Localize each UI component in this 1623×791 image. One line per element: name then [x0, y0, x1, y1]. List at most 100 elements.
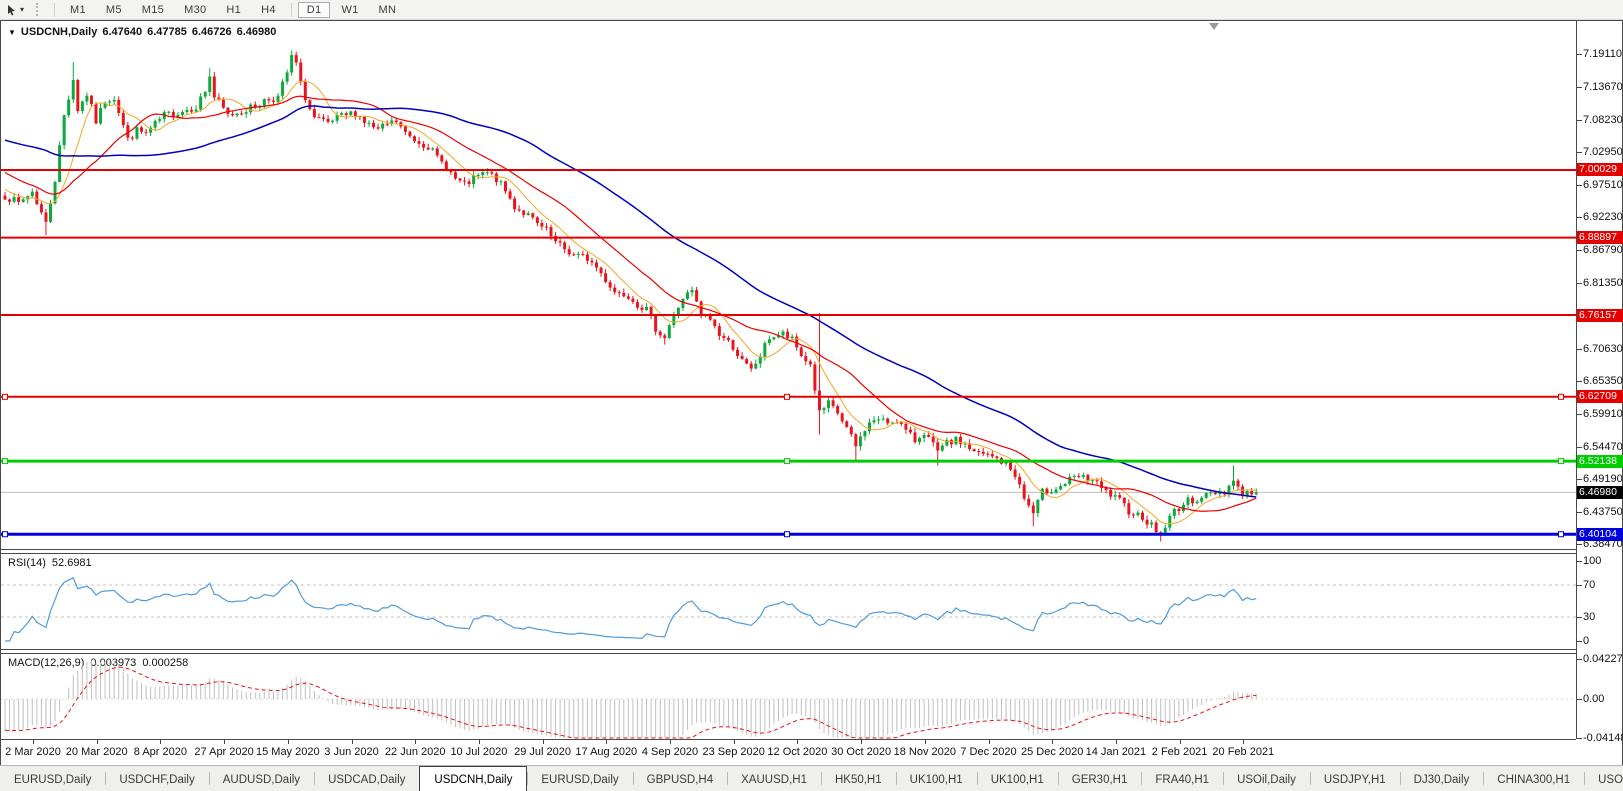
- panel-divider: [1, 739, 1576, 740]
- macd-chart[interactable]: [1, 654, 1576, 739]
- chevron-down-icon: ▾: [20, 5, 24, 14]
- chart-tab-dj30-daily[interactable]: DJ30,Daily: [1400, 767, 1484, 791]
- timeframe-m5[interactable]: M5: [97, 2, 131, 18]
- timeframe-d1[interactable]: D1: [298, 2, 331, 18]
- timeframe-mn[interactable]: MN: [370, 2, 406, 18]
- date-tick: [1243, 740, 1244, 744]
- price-tick: [1577, 381, 1582, 382]
- shift-marker-icon: [1209, 23, 1219, 30]
- price-tick-label: 6.86790: [1583, 244, 1623, 256]
- chart-tab-bar: EURUSD,DailyUSDCHF,DailyAUDUSD,DailyUSDC…: [0, 765, 1623, 791]
- chart-tab-gbpusd-h4[interactable]: GBPUSD,H4: [633, 767, 727, 791]
- price-tick-label: 7.19110: [1583, 48, 1622, 60]
- date-tick: [1180, 740, 1181, 744]
- price-tick-label: 7.08230: [1583, 114, 1623, 126]
- price-level-tag[interactable]: 6.40104: [1577, 528, 1623, 541]
- timeframe-w1[interactable]: W1: [332, 2, 367, 18]
- line-handle: [785, 459, 790, 464]
- price-tick-label: 7.13670: [1583, 81, 1623, 93]
- chart-tab-uk100-h1[interactable]: UK100,H1: [977, 767, 1058, 791]
- rsi-tick: [1577, 585, 1582, 586]
- date-tick: [288, 740, 289, 744]
- price-level-tag[interactable]: 7.00029: [1577, 163, 1623, 176]
- chart-tab-usoil-daily[interactable]: USOil,Daily: [1223, 767, 1310, 791]
- price-tick: [1577, 87, 1582, 88]
- candlestick-chart[interactable]: [1, 21, 1576, 549]
- date-tick: [479, 740, 480, 744]
- current-price-tag: 6.46980: [1577, 486, 1623, 499]
- timeframe-h1[interactable]: H1: [217, 2, 250, 18]
- line-handle: [785, 532, 790, 537]
- date-tick: [670, 740, 671, 744]
- timeframe-m30[interactable]: M30: [175, 2, 215, 18]
- price-level-tag[interactable]: 6.88897: [1577, 231, 1623, 244]
- line-handle: [1559, 459, 1564, 464]
- date-tick: [352, 740, 353, 744]
- line-handle: [1559, 532, 1564, 537]
- date-tick: [543, 740, 544, 744]
- chart-tab-audusd-daily[interactable]: AUDUSD,Daily: [209, 767, 314, 791]
- panel-divider: [1, 549, 1576, 550]
- chart-tool-button[interactable]: ▾: [2, 3, 28, 17]
- price-tick-label: 6.92230: [1583, 211, 1623, 223]
- price-tick-label: 6.43750: [1583, 506, 1623, 518]
- chart-tab-china300-h1[interactable]: CHINA300,H1: [1483, 767, 1584, 791]
- timeframe-m15[interactable]: M15: [133, 2, 173, 18]
- line-handle: [3, 394, 8, 399]
- date-tick: [1116, 740, 1117, 744]
- price-tick: [1577, 217, 1582, 218]
- chart-tab-usdcad-daily[interactable]: USDCAD,Daily: [314, 767, 419, 791]
- date-tick: [989, 740, 990, 744]
- line-handle: [3, 532, 8, 537]
- price-tick-label: 6.70630: [1583, 343, 1623, 355]
- line-handle: [3, 459, 8, 464]
- date-label[interactable]: 20 Feb 2021: [1198, 746, 1288, 758]
- date-tick: [861, 740, 862, 744]
- date-tick: [734, 740, 735, 744]
- rsi-tick-label: 0: [1583, 635, 1589, 647]
- price-tick-label: 6.97510: [1583, 179, 1623, 191]
- price-level-tag[interactable]: 6.76157: [1577, 309, 1623, 322]
- chart-tab-usdcnh-daily[interactable]: USDCNH,Daily: [419, 766, 527, 791]
- chart-tab-eurusd-daily[interactable]: EURUSD,Daily: [527, 767, 632, 791]
- date-tick: [925, 740, 926, 744]
- price-tick-label: 6.65350: [1583, 375, 1623, 387]
- cursor-icon: [6, 4, 17, 16]
- mt4-window: ▾ M1M5M15M30H1H4 D1W1MN ▼ USDCNH,Daily 6.…: [0, 0, 1623, 791]
- rsi-chart[interactable]: [1, 554, 1576, 648]
- chart-tab-fra40-h1[interactable]: FRA40,H1: [1141, 767, 1223, 791]
- price-tick: [1577, 283, 1582, 284]
- price-level-tag[interactable]: 6.52138: [1577, 455, 1623, 468]
- macd-tick: [1577, 659, 1582, 660]
- chart-tab-ger30-h1[interactable]: GER30,H1: [1058, 767, 1142, 791]
- chart-tab-xauusd-h1[interactable]: XAUUSD,H1: [727, 767, 821, 791]
- chart-tab-hk50-h1[interactable]: HK50,H1: [821, 767, 896, 791]
- timeframe-m1[interactable]: M1: [61, 2, 95, 18]
- price-tick: [1577, 512, 1582, 513]
- price-tick: [1577, 414, 1582, 415]
- chart-tab-usdjpy-h1[interactable]: USDJPY,H1: [1310, 767, 1400, 791]
- chart-tab-usdchf-daily[interactable]: USDCHF,Daily: [105, 767, 208, 791]
- main-toolbar: ▾ M1M5M15M30H1H4 D1W1MN: [0, 0, 1623, 20]
- macd-tick: [1577, 738, 1582, 739]
- panel-divider: [1, 649, 1576, 650]
- timeframe-h4[interactable]: H4: [252, 2, 285, 18]
- date-tick: [606, 740, 607, 744]
- rsi-tick: [1577, 617, 1582, 618]
- macd-tick-label: 0.042275: [1583, 653, 1623, 665]
- date-tick: [1052, 740, 1053, 744]
- price-tick: [1577, 54, 1582, 55]
- chart-window: ▼ USDCNH,Daily 6.47640 6.47785 6.46726 6…: [0, 20, 1623, 766]
- chart-tab-eurusd-daily[interactable]: EURUSD,Daily: [0, 767, 105, 791]
- price-tick-label: 6.49190: [1583, 473, 1623, 485]
- date-tick: [160, 740, 161, 744]
- price-tick-label: 7.02950: [1583, 146, 1623, 158]
- price-level-tag[interactable]: 6.62709: [1577, 390, 1623, 403]
- rsi-tick-label: 100: [1583, 555, 1601, 567]
- chart-tab-usoil[interactable]: USOil,: [1584, 767, 1623, 791]
- date-tick: [415, 740, 416, 744]
- toolbar-grip[interactable]: [36, 3, 43, 16]
- price-tick: [1577, 185, 1582, 186]
- price-tick-label: 6.59910: [1583, 408, 1623, 420]
- chart-tab-uk100-h1[interactable]: UK100,H1: [896, 767, 977, 791]
